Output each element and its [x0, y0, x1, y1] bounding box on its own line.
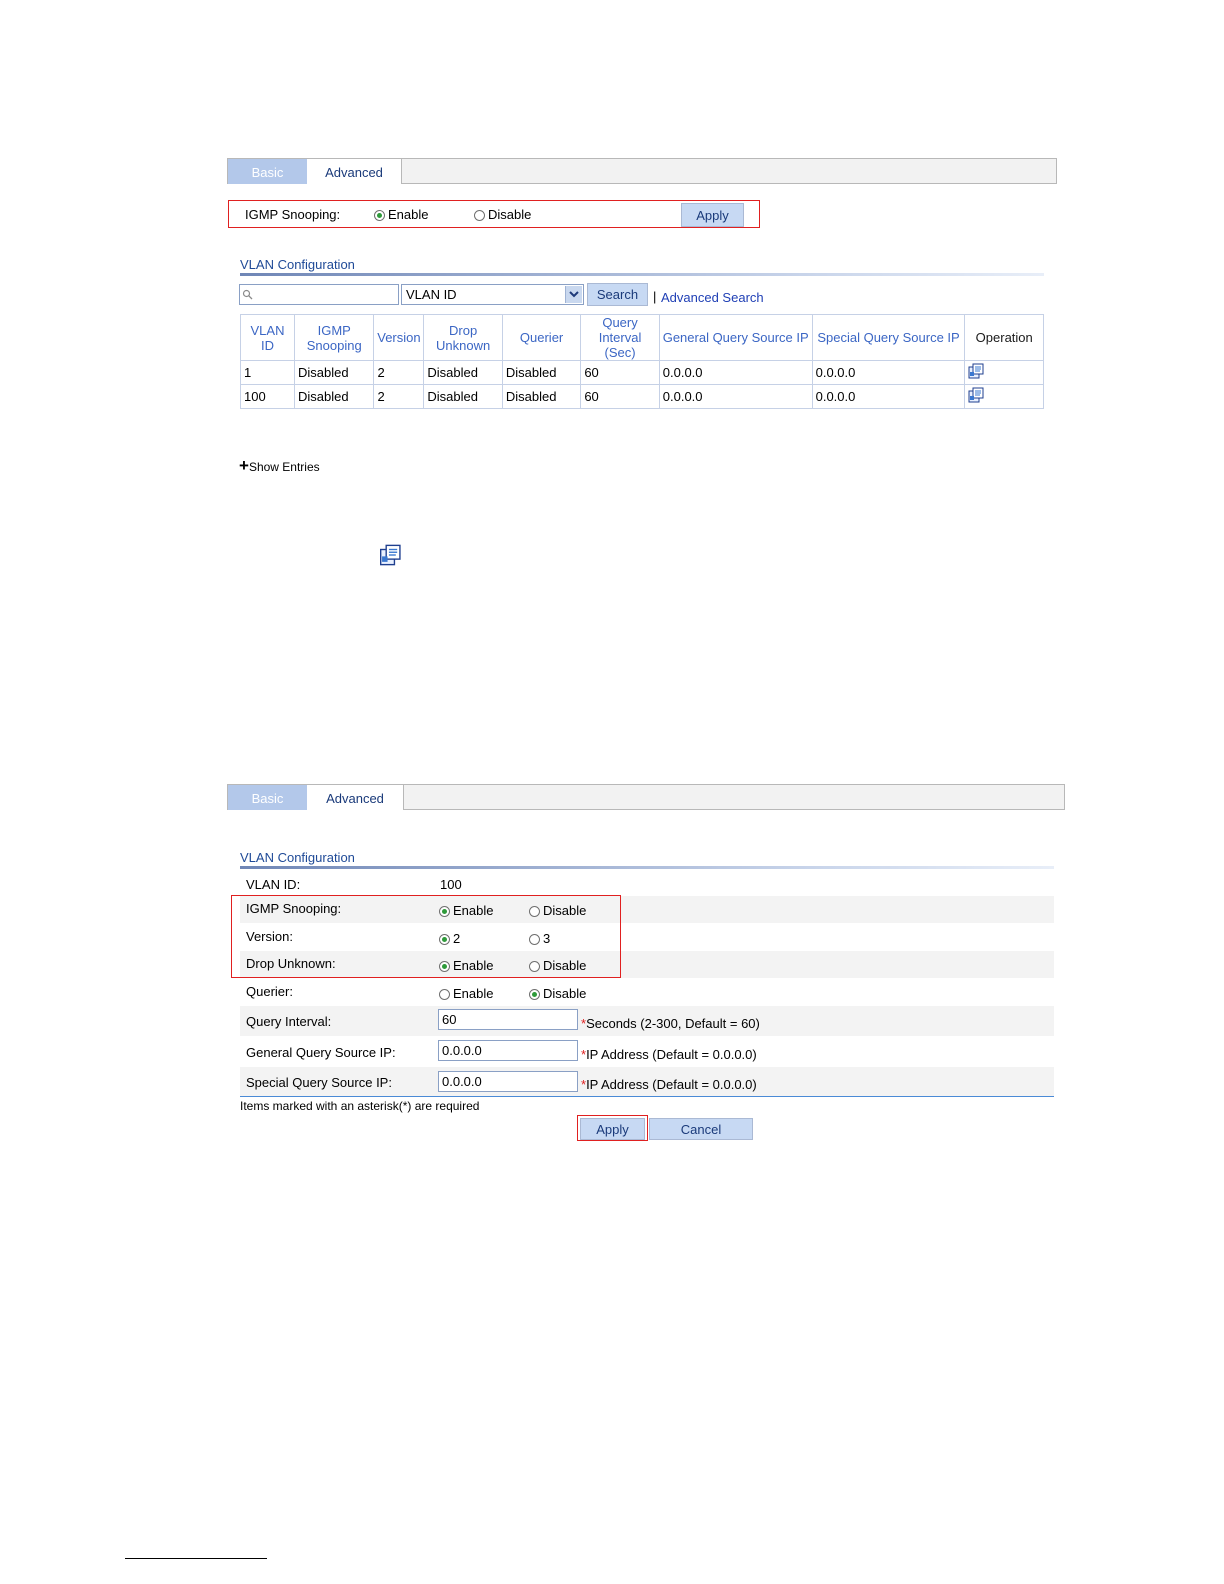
query-interval-hint: *Seconds (2-300, Default = 60): [581, 1016, 760, 1031]
cell-igmp-snooping: Disabled: [293, 360, 375, 385]
cell-drop-unknown: Disabled: [423, 384, 503, 409]
querier-disable-radio[interactable]: [529, 989, 540, 1000]
footnote-rule: [125, 1558, 267, 1559]
col-special-query-ip[interactable]: Special Query Source IP: [811, 314, 966, 361]
cancel-button[interactable]: Cancel: [649, 1118, 753, 1140]
table-row: 1 Disabled 2 Disabled Disabled 60 0.0.0.…: [240, 360, 1044, 385]
edit-icon[interactable]: [968, 363, 984, 379]
igmp-enable-radio[interactable]: [374, 210, 385, 221]
special-query-ip-label: Special Query Source IP:: [246, 1075, 392, 1090]
col-general-query-ip[interactable]: General Query Source IP: [658, 314, 813, 361]
general-query-ip-row: General Query Source IP: 0.0.0.0 *IP Add…: [240, 1037, 1054, 1067]
advanced-search-link[interactable]: Advanced Search: [661, 290, 764, 305]
bottom-tab-bar: Basic Advanced: [227, 784, 1065, 810]
vlan-settings-highlight: [231, 895, 621, 978]
show-entries-toggle[interactable]: +Show Entries: [239, 456, 320, 476]
cell-operation: [964, 360, 1044, 385]
table-row: 100 Disabled 2 Disabled Disabled 60 0.0.…: [240, 384, 1044, 409]
general-query-ip-hint: *IP Address (Default = 0.0.0.0): [581, 1047, 757, 1062]
querier-enable-option[interactable]: Enable: [439, 986, 493, 1001]
search-icon: [242, 289, 253, 300]
vlan-table: VLAN ID IGMP Snooping Version Drop Unknown…: [240, 314, 1044, 409]
cell-query-interval: 60: [580, 384, 660, 409]
cell-version: 2: [373, 360, 425, 385]
search-field-value: VLAN ID: [406, 287, 457, 302]
igmp-disable-option[interactable]: Disable: [474, 207, 531, 222]
global-apply-button[interactable]: Apply: [681, 203, 744, 227]
cell-operation: [964, 384, 1044, 409]
igmp-snooping-label: IGMP Snooping:: [245, 207, 341, 222]
querier-enable-text: Enable: [453, 986, 494, 1001]
tab-basic[interactable]: Basic: [228, 785, 307, 810]
cell-special-ip: 0.0.0.0: [811, 384, 966, 409]
cell-general-ip: 0.0.0.0: [658, 384, 813, 409]
search-separator: |: [653, 289, 657, 304]
querier-disable-text: Disable: [543, 986, 587, 1001]
query-interval-row: Query Interval: 60 *Seconds (2-300, Defa…: [240, 1006, 1054, 1036]
col-drop-unknown[interactable]: Drop Unknown: [423, 314, 503, 361]
section-divider: [240, 273, 1044, 276]
search-button[interactable]: Search: [587, 283, 648, 306]
table-header-row: VLAN ID IGMP Snooping Version Drop Unknown…: [240, 314, 1044, 361]
col-version[interactable]: Version: [373, 314, 425, 361]
cell-querier: Disabled: [501, 384, 582, 409]
cell-querier: Disabled: [501, 360, 582, 385]
special-query-ip-hint: *IP Address (Default = 0.0.0.0): [581, 1077, 757, 1092]
cell-version: 2: [373, 384, 425, 409]
cell-vlan-id: 100: [240, 384, 295, 409]
querier-label: Querier:: [246, 984, 293, 999]
plus-icon: +: [239, 456, 249, 475]
show-entries-label: Show Entries: [248, 460, 320, 474]
col-igmp-snooping[interactable]: IGMP Snooping: [293, 314, 375, 361]
special-query-ip-input[interactable]: 0.0.0.0: [438, 1071, 578, 1092]
igmp-enable-text: Enable: [388, 207, 429, 222]
vlan-id-value: 100: [440, 877, 462, 892]
section-divider: [240, 866, 1054, 869]
edit-icon: [379, 544, 403, 569]
vlan-config-title: VLAN Configuration: [240, 850, 355, 865]
querier-row: Querier: Enable Disable: [240, 979, 1054, 1006]
required-note: Items marked with an asterisk(*) are req…: [240, 1099, 480, 1113]
form-bottom-line: [240, 1096, 1054, 1097]
querier-disable-option[interactable]: Disable: [529, 986, 586, 1001]
col-operation: Operation: [964, 314, 1044, 361]
search-input[interactable]: [239, 284, 399, 305]
cell-vlan-id: 1: [240, 360, 295, 385]
general-query-ip-label: General Query Source IP:: [246, 1045, 396, 1060]
col-vlan-id[interactable]: VLAN ID: [240, 314, 295, 361]
top-tab-bar: Basic Advanced: [227, 158, 1057, 184]
query-interval-label: Query Interval:: [246, 1014, 332, 1029]
apply-button-highlight: [577, 1115, 648, 1141]
tab-advanced[interactable]: Advanced: [307, 785, 404, 810]
igmp-disable-radio[interactable]: [474, 210, 485, 221]
vlan-config-title: VLAN Configuration: [240, 257, 355, 272]
search-field-select[interactable]: VLAN ID: [401, 284, 584, 305]
vlan-id-label: VLAN ID:: [246, 877, 301, 892]
cell-special-ip: 0.0.0.0: [811, 360, 966, 385]
chevron-down-icon[interactable]: [565, 286, 582, 303]
igmp-disable-text: Disable: [488, 207, 532, 222]
tab-basic[interactable]: Basic: [228, 159, 307, 184]
tab-advanced[interactable]: Advanced: [307, 159, 402, 184]
general-query-ip-input[interactable]: 0.0.0.0: [438, 1040, 578, 1061]
cell-drop-unknown: Disabled: [423, 360, 503, 385]
cell-query-interval: 60: [580, 360, 660, 385]
special-query-ip-row: Special Query Source IP: 0.0.0.0 *IP Add…: [240, 1067, 1054, 1096]
edit-icon[interactable]: [968, 387, 984, 403]
igmp-enable-option[interactable]: Enable: [374, 207, 428, 222]
col-querier[interactable]: Querier: [501, 314, 582, 361]
cell-general-ip: 0.0.0.0: [658, 360, 813, 385]
cell-igmp-snooping: Disabled: [293, 384, 375, 409]
querier-enable-radio[interactable]: [439, 989, 450, 1000]
col-query-interval[interactable]: Query Interval (Sec): [580, 314, 660, 361]
query-interval-input[interactable]: 60: [438, 1009, 578, 1030]
